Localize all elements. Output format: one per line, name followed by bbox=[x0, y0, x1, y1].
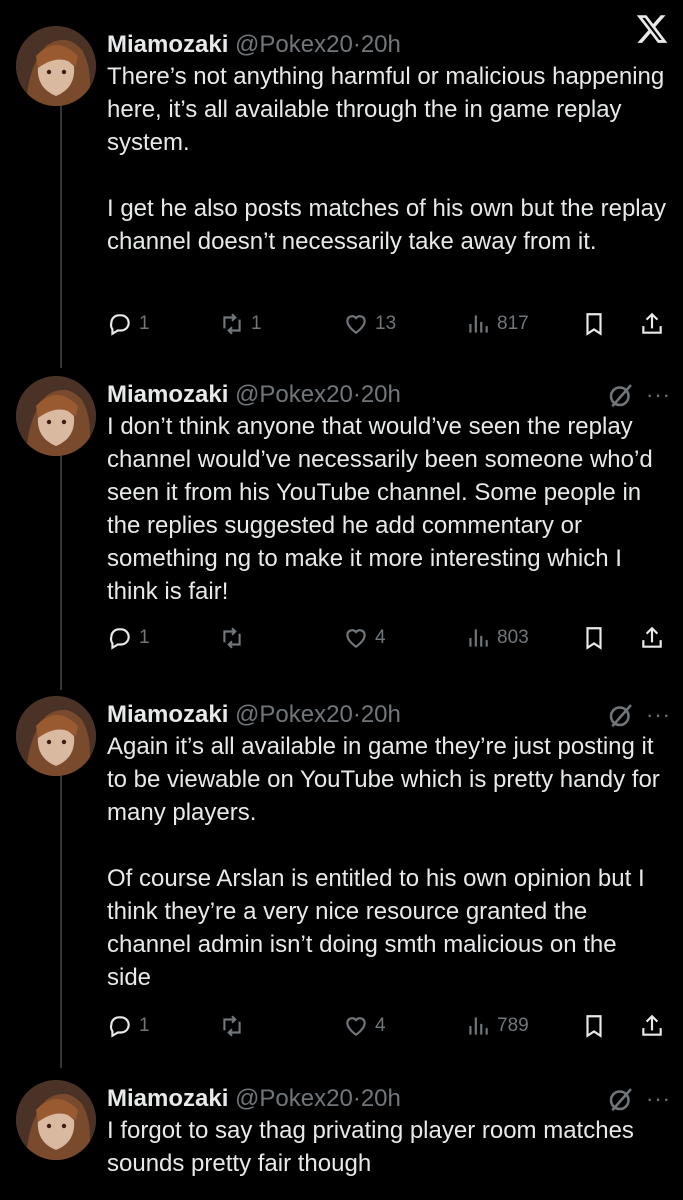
more-icon[interactable]: ··· bbox=[646, 380, 671, 410]
author-name[interactable]: Miamozaki bbox=[107, 701, 228, 728]
like-count: 4 bbox=[375, 1015, 386, 1036]
bookmark-button[interactable] bbox=[581, 1010, 607, 1042]
like-button[interactable]: 4 bbox=[343, 1010, 386, 1042]
views-count: 789 bbox=[497, 1015, 529, 1036]
avatar[interactable] bbox=[16, 376, 96, 456]
action-bar: 1 4 789 bbox=[107, 1010, 667, 1042]
views-count: 803 bbox=[497, 627, 529, 648]
tweet-text: I forgot to say thag privating player ro… bbox=[107, 1114, 667, 1180]
reply-button[interactable]: 1 bbox=[107, 308, 150, 340]
views-icon bbox=[469, 1017, 488, 1035]
avatar[interactable] bbox=[16, 1080, 96, 1160]
share-button[interactable] bbox=[639, 1010, 665, 1042]
views-button[interactable]: 817 bbox=[465, 308, 529, 340]
reply-button[interactable]: 1 bbox=[107, 622, 150, 654]
author-handle[interactable]: @Pokex20 bbox=[235, 701, 353, 728]
tweet[interactable]: Miamozaki @Pokex20·20h There’s not anyth… bbox=[0, 26, 683, 346]
reply-icon bbox=[109, 628, 130, 650]
reply-icon bbox=[109, 1016, 130, 1038]
author-handle[interactable]: @Pokex20 bbox=[235, 381, 353, 408]
reply-count: 1 bbox=[139, 313, 150, 334]
author-handle[interactable]: @Pokex20 bbox=[235, 31, 353, 58]
tweet-header: Miamozaki @Pokex20·20h bbox=[107, 698, 653, 732]
more-icon[interactable]: ··· bbox=[646, 1084, 671, 1114]
views-button[interactable]: 789 bbox=[465, 1010, 529, 1042]
share-icon bbox=[642, 312, 662, 334]
bookmark-button[interactable] bbox=[581, 622, 607, 654]
tweet-header: Miamozaki @Pokex20·20h bbox=[107, 378, 653, 412]
repost-icon bbox=[223, 313, 241, 335]
tweet-text: Again it’s all available in game they’re… bbox=[107, 730, 667, 994]
author-name[interactable]: Miamozaki bbox=[107, 1085, 228, 1112]
tweet[interactable]: Miamozaki @Pokex20·20h ··· I don’t think… bbox=[0, 376, 683, 676]
repost-button[interactable]: 1 bbox=[219, 308, 262, 340]
repost-icon bbox=[223, 627, 241, 649]
author-name[interactable]: Miamozaki bbox=[107, 381, 228, 408]
like-count: 13 bbox=[375, 313, 397, 334]
reply-count: 1 bbox=[139, 627, 150, 648]
grok-icon[interactable] bbox=[606, 380, 636, 410]
heart-icon bbox=[346, 315, 366, 334]
tweet-text: There’s not anything harmful or maliciou… bbox=[107, 60, 667, 258]
tweet[interactable]: Miamozaki @Pokex20·20h ··· Again it’s al… bbox=[0, 696, 683, 1056]
heart-icon bbox=[346, 629, 366, 648]
separator: · bbox=[352, 31, 361, 58]
separator: · bbox=[352, 381, 361, 408]
tweet-header: Miamozaki @Pokex20·20h bbox=[107, 1082, 653, 1116]
views-icon bbox=[469, 315, 488, 333]
like-button[interactable]: 13 bbox=[343, 308, 396, 340]
views-count: 817 bbox=[497, 313, 529, 334]
tweet-header: Miamozaki @Pokex20·20h bbox=[107, 28, 653, 62]
reply-count: 1 bbox=[139, 1015, 150, 1036]
bookmark-icon bbox=[586, 313, 602, 336]
views-button[interactable]: 803 bbox=[465, 622, 529, 654]
grok-icon[interactable] bbox=[606, 1084, 636, 1114]
share-icon bbox=[642, 1014, 662, 1036]
bookmark-icon bbox=[586, 1015, 602, 1038]
grok-icon[interactable] bbox=[606, 700, 636, 730]
tweet-paragraph: I get he also posts matches of his own b… bbox=[107, 195, 666, 255]
bookmark-icon bbox=[586, 627, 602, 650]
author-name[interactable]: Miamozaki bbox=[107, 31, 228, 58]
repost-count: 1 bbox=[251, 313, 262, 334]
repost-icon bbox=[223, 1015, 241, 1037]
reply-icon bbox=[109, 314, 130, 336]
avatar[interactable] bbox=[16, 26, 96, 106]
like-count: 4 bbox=[375, 627, 386, 648]
more-icon[interactable]: ··· bbox=[646, 700, 671, 730]
timestamp[interactable]: 20h bbox=[361, 1085, 401, 1112]
tweet-text: I don’t think anyone that would’ve seen … bbox=[107, 410, 667, 608]
repost-button[interactable] bbox=[219, 1010, 251, 1042]
tweet-paragraph: There’s not anything harmful or maliciou… bbox=[107, 63, 665, 156]
share-button[interactable] bbox=[639, 308, 665, 340]
action-bar: 1 1 13 817 bbox=[107, 308, 667, 340]
timestamp[interactable]: 20h bbox=[361, 701, 401, 728]
views-icon bbox=[469, 629, 488, 647]
separator: · bbox=[352, 701, 361, 728]
repost-button[interactable] bbox=[219, 622, 251, 654]
separator: · bbox=[352, 1085, 361, 1112]
tweet[interactable]: Miamozaki @Pokex20·20h ··· I forgot to s… bbox=[0, 1080, 683, 1200]
tweet-paragraph: I don’t think anyone that would’ve seen … bbox=[107, 413, 653, 605]
tweet-paragraph: Again it’s all available in game they’re… bbox=[107, 733, 660, 826]
tweet-paragraph: Of course Arslan is entitled to his own … bbox=[107, 865, 645, 991]
share-button[interactable] bbox=[639, 622, 665, 654]
tweet-paragraph: I forgot to say thag privating player ro… bbox=[107, 1117, 634, 1177]
reply-button[interactable]: 1 bbox=[107, 1010, 150, 1042]
bookmark-button[interactable] bbox=[581, 308, 607, 340]
like-button[interactable]: 4 bbox=[343, 622, 386, 654]
heart-icon bbox=[346, 1017, 366, 1036]
author-handle[interactable]: @Pokex20 bbox=[235, 1085, 353, 1112]
share-icon bbox=[642, 626, 662, 648]
avatar[interactable] bbox=[16, 696, 96, 776]
action-bar: 1 4 803 bbox=[107, 622, 667, 654]
timestamp[interactable]: 20h bbox=[361, 31, 401, 58]
timestamp[interactable]: 20h bbox=[361, 381, 401, 408]
